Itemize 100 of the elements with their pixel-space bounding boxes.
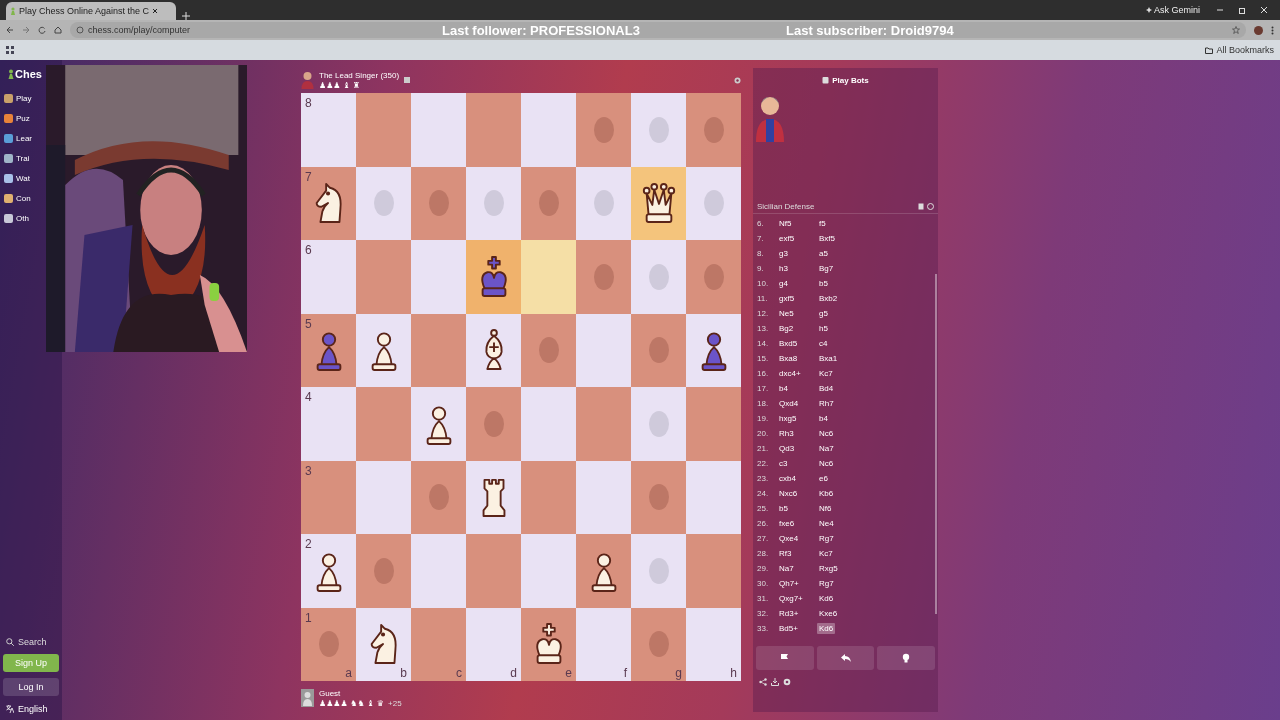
sidebar-item[interactable]: Oth <box>16 213 29 223</box>
board-square[interactable]: h <box>686 607 741 681</box>
move-entry[interactable]: Rg7 <box>817 533 836 544</box>
move-entry[interactable]: Rxg5 <box>817 563 840 574</box>
board-square[interactable] <box>356 313 411 387</box>
move-entry[interactable]: Kxe6 <box>817 608 840 619</box>
sidebar-item[interactable]: Con <box>16 193 31 203</box>
move-entry[interactable]: c4 <box>817 338 830 349</box>
sidebar-item[interactable]: Trai <box>16 153 30 163</box>
board-square[interactable]: g <box>631 607 686 681</box>
board-square[interactable] <box>466 460 521 534</box>
board-square[interactable]: c <box>411 607 466 681</box>
board-square[interactable]: 1 a <box>301 607 356 681</box>
move-entry[interactable]: b5 <box>779 504 817 513</box>
board-square[interactable] <box>466 313 521 387</box>
move-entry[interactable]: Qxg7+ <box>779 594 817 603</box>
move-entry[interactable]: h3 <box>779 264 817 273</box>
move-entry[interactable]: Qh7+ <box>779 579 817 588</box>
move-entry[interactable]: Kd6 <box>817 593 836 604</box>
move-hint-dot[interactable] <box>593 116 614 143</box>
move-hint-dot[interactable] <box>648 263 669 290</box>
move-entry[interactable]: Rg7 <box>817 578 836 589</box>
share-icon[interactable] <box>759 678 767 686</box>
move-entry[interactable]: Nc6 <box>817 428 836 439</box>
board-square[interactable]: 7 <box>301 166 356 240</box>
hint-button[interactable] <box>877 646 935 670</box>
move-entry[interactable]: fxe6 <box>779 519 817 528</box>
close-icon[interactable] <box>152 8 159 14</box>
move-hint-dot[interactable] <box>648 116 669 143</box>
move-hint-dot[interactable] <box>703 190 724 217</box>
move-entry[interactable]: Bg7 <box>817 263 836 274</box>
move-entry[interactable]: Kb6 <box>817 488 836 499</box>
star-icon[interactable] <box>1232 26 1240 34</box>
board-square[interactable]: f <box>576 607 631 681</box>
move-entry[interactable]: Ne4 <box>817 518 836 529</box>
back-icon[interactable] <box>6 26 14 34</box>
help-icon[interactable] <box>927 202 934 210</box>
board-square[interactable]: 8 <box>301 93 356 167</box>
move-entry[interactable]: Bxb2 <box>817 293 840 304</box>
move-entry[interactable]: Kc7 <box>817 548 835 559</box>
settings-icon[interactable] <box>734 77 741 84</box>
sidebar-item[interactable]: Lear <box>16 133 32 143</box>
move-entry[interactable]: Nxc6 <box>779 489 817 498</box>
move-hint-dot[interactable] <box>648 484 669 511</box>
board-square[interactable] <box>631 166 686 240</box>
move-entry[interactable]: Qxd4 <box>779 399 817 408</box>
move-entry[interactable]: Rf3 <box>779 549 817 558</box>
move-entry[interactable]: Nf5 <box>779 219 817 228</box>
move-hint-dot[interactable] <box>318 631 339 658</box>
move-hint-dot[interactable] <box>648 337 669 364</box>
move-entry[interactable]: h5 <box>817 323 830 334</box>
move-hint-dot[interactable] <box>373 557 394 584</box>
move-entry[interactable]: dxc4+ <box>779 369 817 378</box>
settings-icon[interactable] <box>783 678 791 686</box>
move-entry[interactable]: Na7 <box>817 443 836 454</box>
move-entry[interactable]: Bxa8 <box>779 354 817 363</box>
forward-icon[interactable] <box>22 26 30 34</box>
move-entry[interactable]: exf5 <box>779 234 817 243</box>
move-entry[interactable]: gxf5 <box>779 294 817 303</box>
board-square[interactable]: b <box>356 607 411 681</box>
board-square[interactable]: 6 <box>301 240 356 314</box>
move-entry[interactable]: cxb4 <box>779 474 817 483</box>
site-logo[interactable]: Ches <box>15 68 42 80</box>
search-link[interactable]: Search <box>18 637 47 647</box>
plus-icon[interactable] <box>182 12 190 20</box>
address-bar[interactable]: chess.com/play/computer Last follower: PROFESSIONAL3 Last subscriber: Droid9794 <box>70 22 1246 38</box>
move-entry[interactable]: Bd5+ <box>779 624 817 633</box>
move-entry[interactable]: a5 <box>817 248 830 259</box>
move-hint-dot[interactable] <box>483 190 504 217</box>
move-entry[interactable]: f5 <box>817 218 828 229</box>
move-entry[interactable]: Rd3+ <box>779 609 817 618</box>
board-square[interactable]: 5 <box>301 313 356 387</box>
board-square[interactable]: e <box>521 607 576 681</box>
move-hint-dot[interactable] <box>428 484 449 511</box>
move-hint-dot[interactable] <box>538 190 559 217</box>
move-entry[interactable]: Bxa1 <box>817 353 840 364</box>
move-entry[interactable]: g4 <box>779 279 817 288</box>
undo-button[interactable] <box>816 646 875 670</box>
kebab-menu-icon[interactable] <box>1271 25 1274 35</box>
move-entry[interactable]: b4 <box>817 413 830 424</box>
board-square[interactable] <box>686 313 741 387</box>
home-icon[interactable] <box>54 26 62 34</box>
browser-tab[interactable]: Play Chess Online Against the C <box>6 2 176 20</box>
move-entry[interactable]: g5 <box>817 308 830 319</box>
sidebar-item[interactable]: Wat <box>16 173 30 183</box>
move-hint-dot[interactable] <box>703 116 724 143</box>
move-entry[interactable]: Bg2 <box>779 324 817 333</box>
move-entry[interactable]: Kc7 <box>817 368 835 379</box>
resign-button[interactable] <box>756 646 814 670</box>
board-square[interactable]: 3 <box>301 460 356 534</box>
language-link[interactable]: English <box>18 704 48 714</box>
board-square[interactable]: d <box>466 607 521 681</box>
move-entry[interactable]: hxg5 <box>779 414 817 423</box>
move-entry[interactable]: b5 <box>817 278 830 289</box>
move-hint-dot[interactable] <box>703 263 724 290</box>
reload-icon[interactable] <box>38 26 46 34</box>
move-hint-dot[interactable] <box>593 263 614 290</box>
move-hint-dot[interactable] <box>648 631 669 658</box>
move-hint-dot[interactable] <box>483 410 504 437</box>
board-square[interactable]: 2 <box>301 534 356 608</box>
